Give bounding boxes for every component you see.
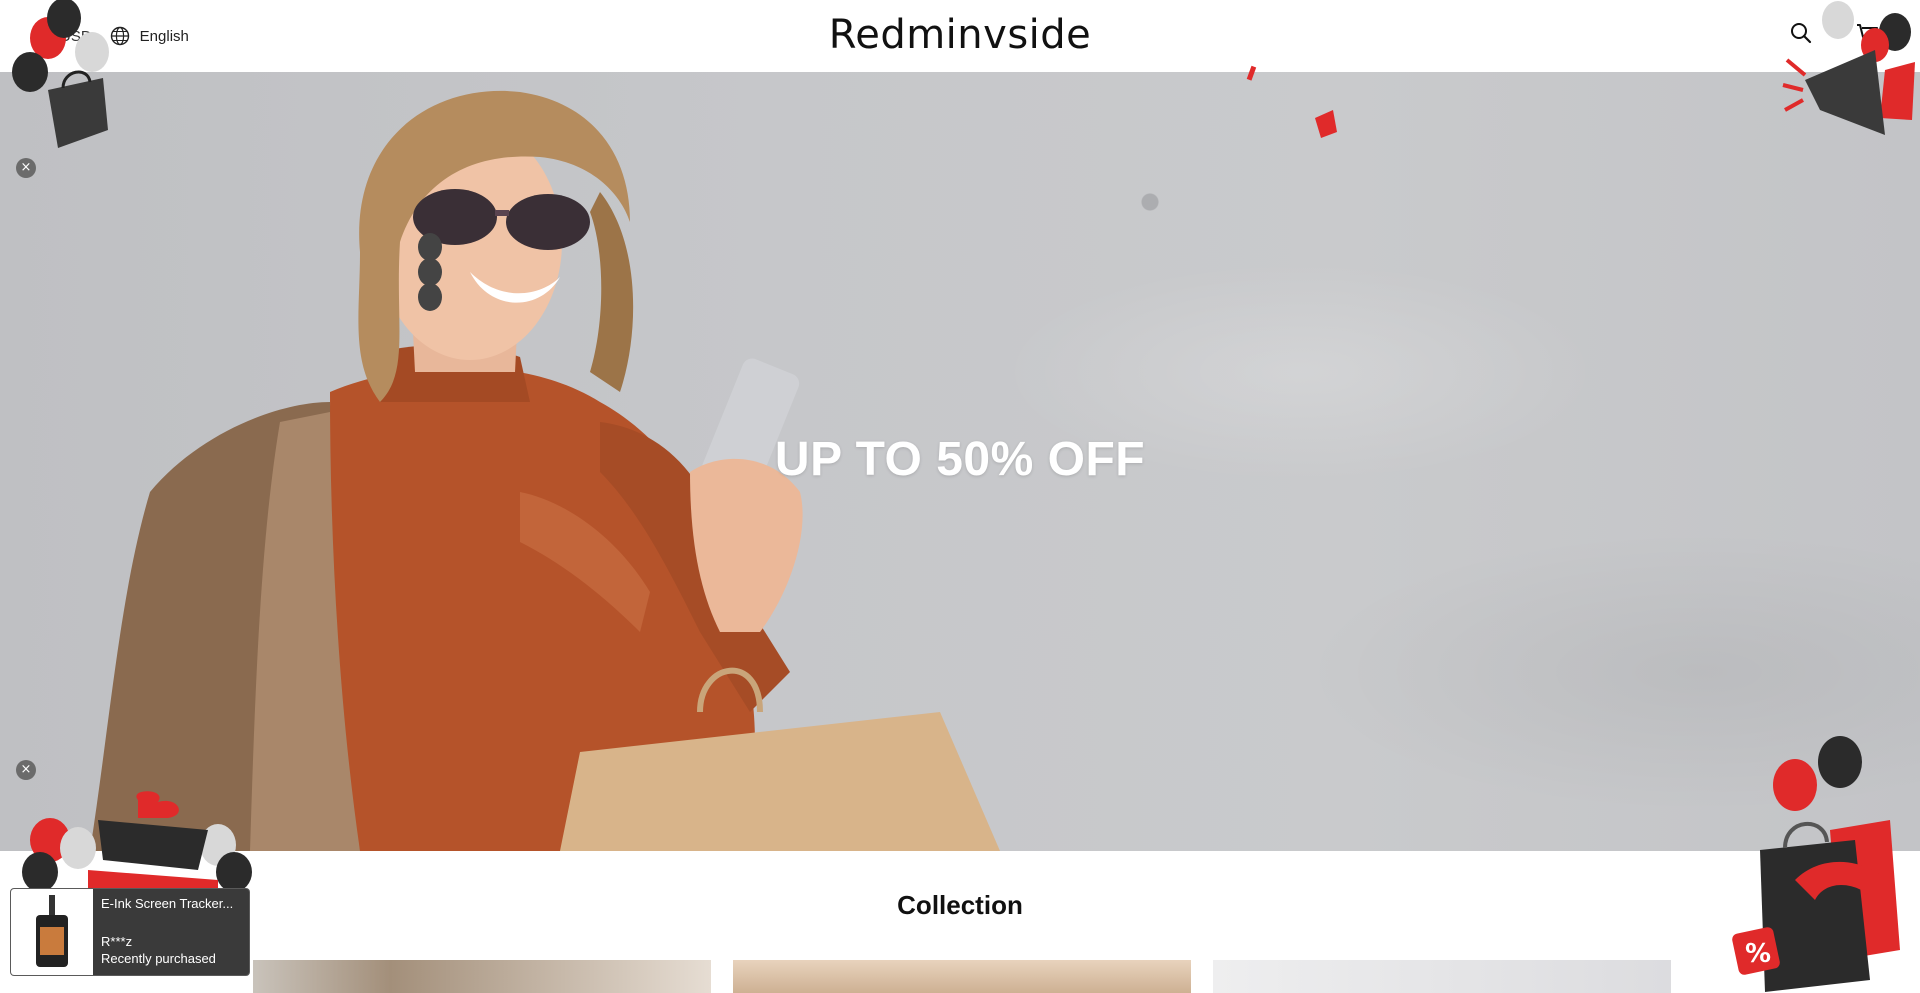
megaphone-decoration bbox=[1782, 1, 1915, 135]
collection-card[interactable] bbox=[253, 960, 711, 993]
hero-banner[interactable]: UP TO 50% OFF bbox=[0, 72, 1920, 851]
recent-purchase-status: Recently purchased bbox=[101, 951, 216, 967]
gift-box-decoration bbox=[22, 791, 252, 900]
brand-logo[interactable]: Redminvside bbox=[0, 12, 1920, 58]
collection-grid bbox=[253, 960, 1671, 993]
product-thumbnail bbox=[11, 889, 93, 975]
hero-headline: UP TO 50% OFF bbox=[774, 433, 1146, 486]
close-icon[interactable]: × bbox=[16, 158, 36, 178]
close-icon[interactable]: × bbox=[16, 760, 36, 780]
collection-card[interactable] bbox=[733, 960, 1191, 993]
recent-purchase-popup[interactable]: E-Ink Screen Tracker... R***z Recently p… bbox=[10, 888, 250, 976]
recent-purchase-buyer: R***z bbox=[101, 933, 133, 949]
confetti-decoration bbox=[1246, 65, 1337, 138]
recent-purchase-info: E-Ink Screen Tracker... R***z Recently p… bbox=[93, 889, 249, 975]
svg-text:%: % bbox=[1745, 939, 1771, 969]
collection-card[interactable] bbox=[1213, 960, 1671, 993]
shopping-bag-decoration: % bbox=[1732, 736, 1900, 992]
collection-title: Collection bbox=[897, 890, 1023, 920]
balloon-decoration-top-left bbox=[12, 0, 109, 148]
site-header: USD English Redminvside bbox=[0, 0, 1920, 72]
recent-purchase-product: E-Ink Screen Tracker... bbox=[101, 896, 234, 911]
